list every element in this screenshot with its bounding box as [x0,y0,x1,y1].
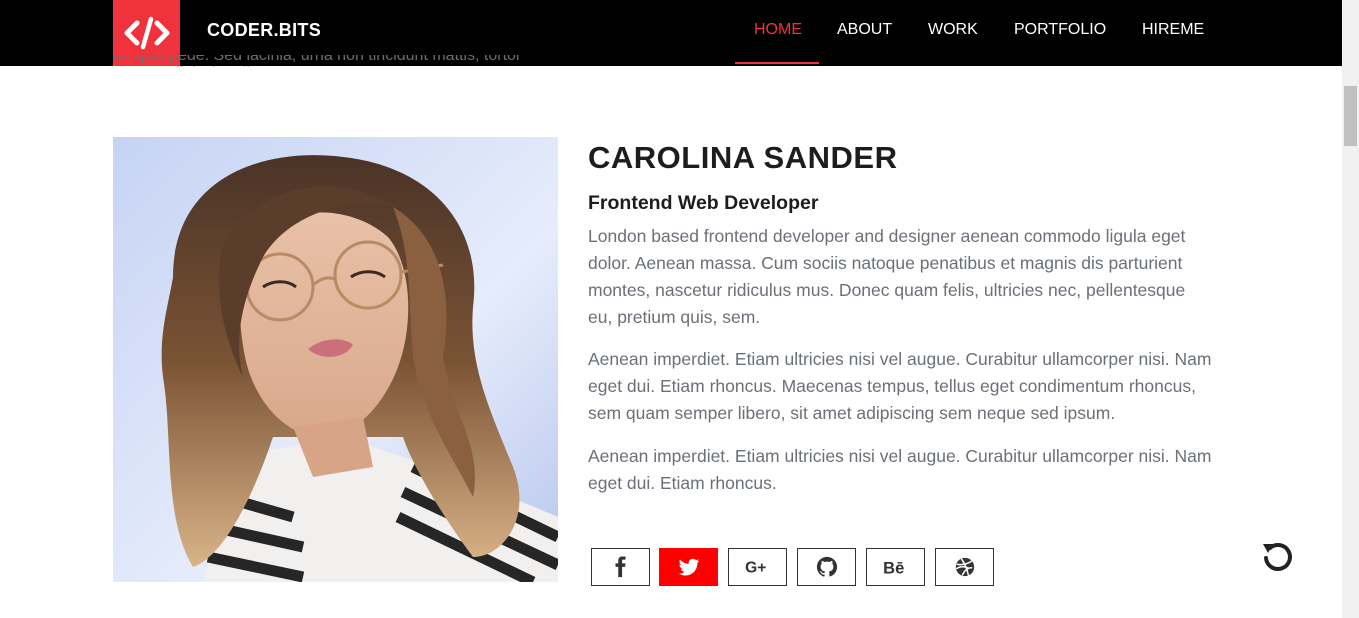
github-button[interactable] [797,548,856,586]
active-nav-indicator [735,62,819,64]
facebook-icon [615,556,626,578]
code-brackets-icon [124,16,169,50]
scrollbar-thumb[interactable] [1344,86,1357,146]
dribbble-button[interactable] [935,548,994,586]
nav-home[interactable]: HOME [754,21,802,39]
github-icon [816,556,837,577]
behance-icon: Bē [883,559,904,577]
profile-photo [113,137,558,582]
reload-icon [1263,542,1292,571]
reload-button[interactable] [1260,540,1294,574]
nav-hireme[interactable]: HIREME [1142,21,1204,39]
nav-work[interactable]: WORK [928,21,978,39]
cutoff-text: ue quis pede. Sed lacinia, urna non tinc… [113,55,522,67]
facebook-button[interactable] [591,548,650,586]
behance-button[interactable]: Bē [866,548,925,586]
svg-text:G+: G+ [745,560,766,577]
brand-name[interactable]: CODER.BITS [207,20,321,41]
twitter-button[interactable] [659,548,718,586]
twitter-icon [678,558,699,576]
profile-role: Frontend Web Developer [588,192,819,214]
bio-paragraph-2: Aenean imperdiet. Etiam ultricies nisi v… [588,349,1212,423]
dribbble-icon [955,557,974,577]
google-plus-button[interactable]: G+ [728,548,787,586]
nav-portfolio[interactable]: PORTFOLIO [1014,21,1106,39]
google-plus-icon: G+ [745,560,766,577]
svg-text:Bē: Bē [883,559,904,577]
bio-paragraph-1: London based frontend developer and desi… [588,226,1186,327]
nav-about[interactable]: ABOUT [837,21,892,39]
bio-paragraph-3: Aenean imperdiet. Etiam ultricies nisi v… [588,446,1212,493]
profile-name: CAROLINA SANDER [588,140,898,175]
